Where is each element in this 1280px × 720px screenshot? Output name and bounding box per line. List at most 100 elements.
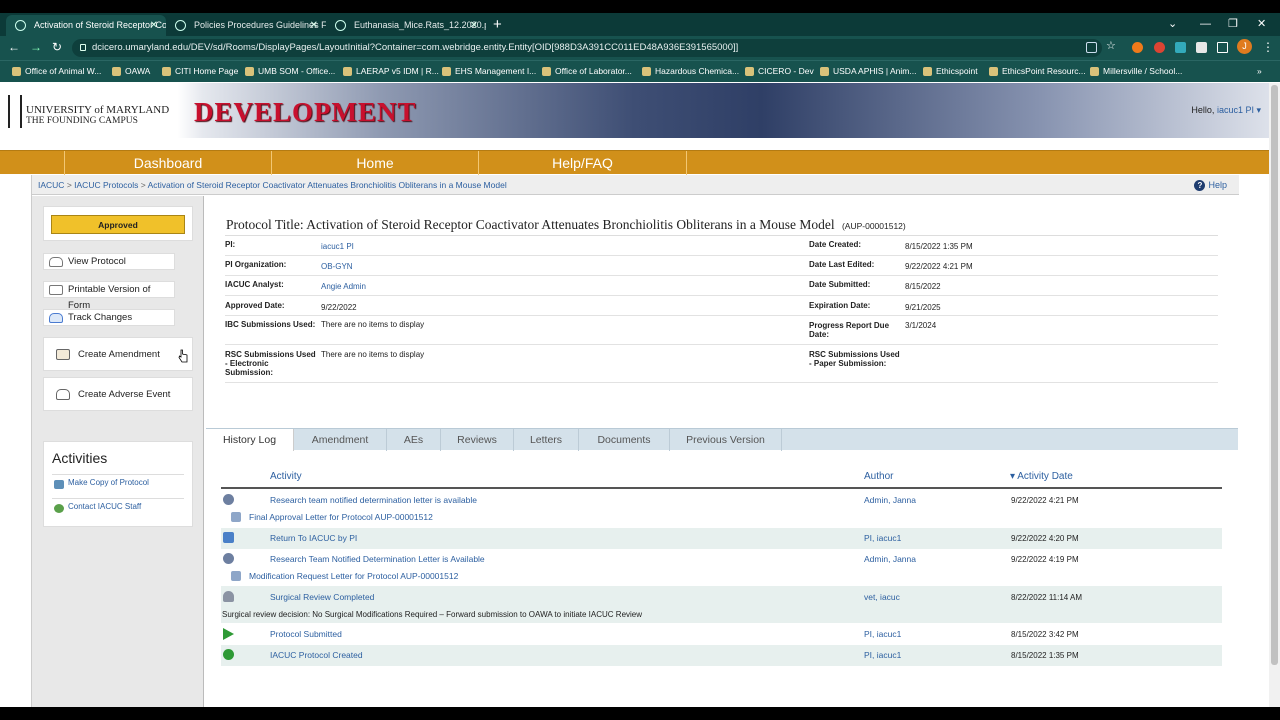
bookmark-item[interactable]: Ethicspoint [921,61,978,81]
scrollbar-thumb[interactable] [1271,85,1278,665]
letter-icon [231,512,241,522]
close-tab-icon[interactable]: ✕ [470,15,478,36]
share-icon[interactable] [1086,42,1097,53]
bookmark-item[interactable]: USDA APHIS | Anim... [818,61,916,81]
author-link[interactable]: Admin, Janna [864,554,916,565]
extension-icon[interactable] [1154,42,1165,53]
sidebar: Approved View Protocol Printable Version… [32,196,204,707]
column-activity-date[interactable]: ▾ Activity Date [1010,471,1073,483]
help-link[interactable]: ? Help [1194,175,1227,195]
bookmarks-overflow-icon[interactable]: » [1257,61,1262,81]
browser-tab-protocol[interactable]: Activation of Steroid Receptor Co ✕ [6,15,166,36]
tab-aes[interactable]: AEs [387,429,441,451]
author-link[interactable]: Admin, Janna [864,495,916,506]
track-changes-button[interactable]: Track Changes [43,309,175,326]
sidepanel-icon[interactable] [1217,42,1228,53]
star-icon[interactable]: ☆ [1106,41,1117,52]
letter-link[interactable]: Modification Request Letter for Protocol… [249,571,458,582]
menu-dots-icon[interactable]: ⋮ [1262,39,1274,56]
org-value[interactable]: OB-GYN [321,262,353,272]
user-menu[interactable]: iacuc1 PI ▾ [1217,105,1261,115]
column-activity[interactable]: Activity [270,471,302,483]
table-row: Research team notified determination let… [221,491,1222,528]
university-logo[interactable]: UNIVERSITY of MARYLAND THE FOUNDING CAMP… [8,95,169,130]
activity-date: 9/22/2022 4:19 PM [1011,555,1079,564]
author-link[interactable]: PI, iacuc1 [864,650,901,661]
author-link[interactable]: PI, iacuc1 [864,629,901,640]
restore-icon[interactable]: ❐ [1228,15,1238,33]
menu-home[interactable]: Home [272,151,479,175]
reload-icon[interactable]: ↻ [52,39,62,56]
contact-staff-link[interactable]: Contact IACUC Staff [52,498,184,515]
menu-dashboard[interactable]: Dashboard [65,151,272,175]
bookmark-item[interactable]: CICERO - Dev [743,61,814,81]
close-tab-icon[interactable]: ✕ [310,15,318,36]
user-greeting[interactable]: Hello, iacuc1 PI ▾ [1191,105,1261,116]
bookmark-item[interactable]: UMB SOM - Office... [243,61,335,81]
protocol-title-label: Protocol Title: [226,217,304,232]
pi-value[interactable]: iacuc1 PI [321,242,354,252]
extension-icon[interactable] [1132,42,1143,53]
field-label: Date: [809,330,830,339]
close-tab-icon[interactable]: ✕ [150,15,158,36]
web-page: UNIVERSITY of MARYLAND THE FOUNDING CAMP… [0,83,1269,707]
author-link[interactable]: PI, iacuc1 [864,533,901,544]
activity-link[interactable]: Protocol Submitted [270,629,342,640]
extension-icon[interactable] [1175,42,1186,53]
bookmark-item[interactable]: LAERAP v5 IDM | R... [341,61,439,81]
new-tab-button[interactable]: + [493,15,502,34]
minimize-icon[interactable]: — [1200,15,1211,33]
activity-link[interactable]: Surgical Review Completed [270,592,374,603]
view-protocol-button[interactable]: View Protocol [43,253,175,270]
breadcrumb-protocols[interactable]: IACUC Protocols [74,180,138,190]
page-scrollbar[interactable] [1269,83,1280,707]
create-adverse-event-button[interactable]: Create Adverse Event [43,377,193,411]
browser-tab-euthanasia[interactable]: Euthanasia_Mice.Rats_12.2020.pd ✕ [326,15,486,36]
browser-toolbar: ← → ↻ dcicero.umaryland.edu/DEV/sd/Rooms… [0,36,1280,60]
activity-link[interactable]: IACUC Protocol Created [270,650,363,661]
activity-date: 8/22/2022 11:14 AM [1011,593,1083,602]
profile-avatar[interactable]: J [1237,39,1252,54]
bookmark-item[interactable]: CITI Home Page [160,61,238,81]
author-link[interactable]: vet, iacuc [864,592,900,603]
tab-history-log[interactable]: History Log [206,429,294,451]
address-bar[interactable]: dcicero.umaryland.edu/DEV/sd/Rooms/Displ… [72,39,1102,57]
contact-icon [54,504,64,513]
bookmark-item[interactable]: EHS Management I... [440,61,536,81]
activity-link[interactable]: Research team notified determination let… [270,495,477,506]
tab-documents[interactable]: Documents [579,429,670,451]
tab-reviews[interactable]: Reviews [441,429,514,451]
bookmark-item[interactable]: Millersville / School... [1088,61,1182,81]
letter-link[interactable]: Final Approval Letter for Protocol AUP-0… [249,512,433,523]
printable-version-button[interactable]: Printable Version of Form [43,281,175,311]
bookmark-item[interactable]: EthicsPoint Resourc... [987,61,1086,81]
bookmark-item[interactable]: Office of Animal W... [10,61,101,81]
extensions-puzzle-icon[interactable] [1196,42,1207,53]
tab-search-icon[interactable]: ⌄ [1168,15,1177,33]
column-author[interactable]: Author [864,471,893,483]
make-copy-link[interactable]: Make Copy of Protocol [52,474,184,491]
help-label: Help [1208,180,1227,190]
bookmark-item[interactable]: OAWA [110,61,150,81]
create-amendment-button[interactable]: Create Amendment [43,337,193,371]
tab-previous-version[interactable]: Previous Version [670,429,782,451]
table-row: Return To IACUC by PI PI, iacuc1 9/22/20… [221,528,1222,549]
bookmark-item[interactable]: Hazardous Chemica... [640,61,739,81]
activity-link[interactable]: Return To IACUC by PI [270,533,357,544]
analyst-value[interactable]: Angie Admin [321,282,366,292]
back-icon[interactable]: ← [8,39,20,56]
track-changes-icon [49,313,63,323]
bookmark-item[interactable]: Office of Laborator... [540,61,632,81]
forward-icon[interactable]: → [30,39,42,56]
breadcrumb-current[interactable]: Activation of Steroid Receptor Coactivat… [148,180,507,190]
tab-amendment[interactable]: Amendment [294,429,387,451]
menu-help-faq[interactable]: Help/FAQ [479,151,687,175]
activity-link[interactable]: Research Team Notified Determination Let… [270,554,485,565]
activity-date: 9/22/2022 4:21 PM [1011,496,1079,505]
breadcrumb-iacuc[interactable]: IACUC [38,180,64,190]
close-window-icon[interactable]: ✕ [1257,15,1266,33]
browser-tab-policies[interactable]: Policies Procedures Guidelines Fo ✕ [166,15,326,36]
field-label: PI Organization: [225,260,287,269]
tab-letters[interactable]: Letters [514,429,579,451]
created-icon [223,649,234,660]
